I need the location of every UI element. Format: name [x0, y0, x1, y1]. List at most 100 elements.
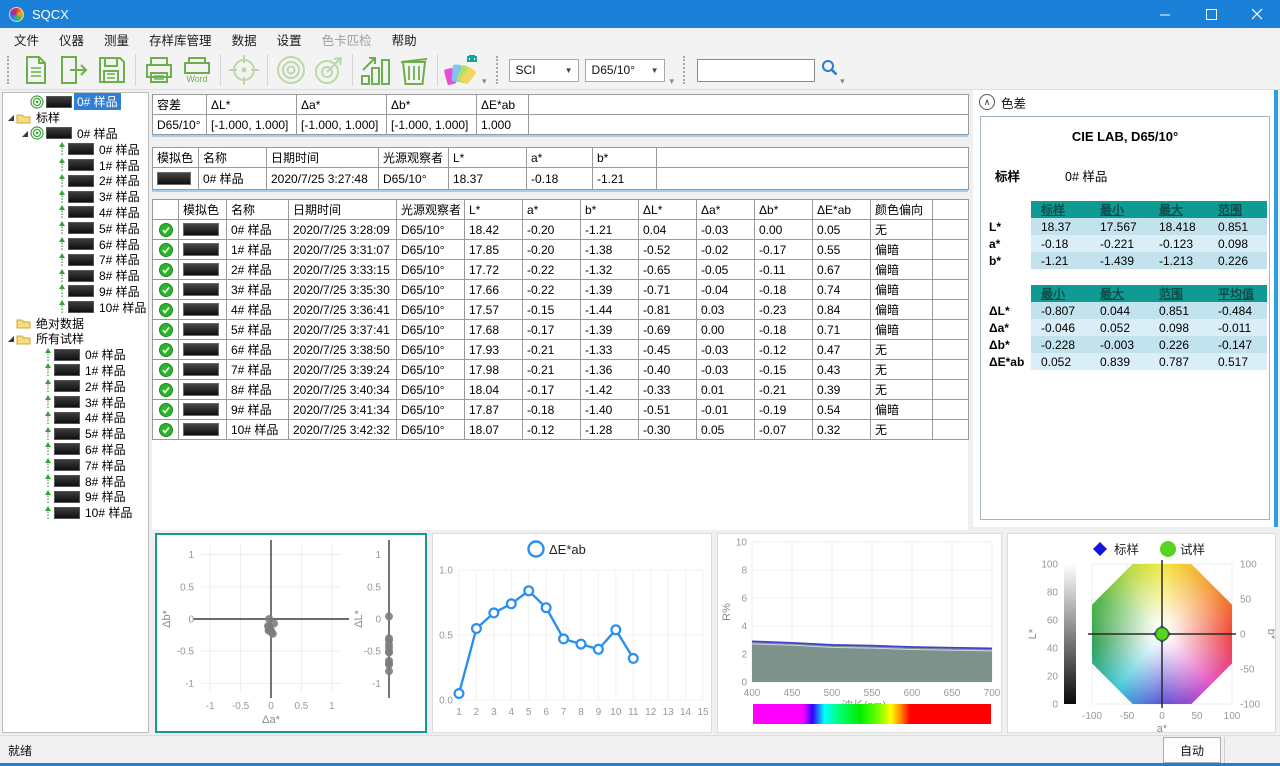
tree-expander-icon[interactable]: ◢ — [6, 334, 16, 343]
table-header-row: 最小最大范围平均值 — [985, 285, 1267, 302]
color-fan-search-button[interactable] — [442, 52, 480, 88]
new-document-button[interactable] — [17, 52, 55, 88]
sample-cell: 0.00 — [697, 320, 755, 340]
tree-item[interactable]: 10# 样品 — [3, 505, 148, 521]
table-row[interactable]: 10# 样品2020/7/25 3:42:32D65/10°18.07-0.12… — [153, 420, 969, 440]
color-swatch — [68, 222, 94, 234]
menu-item-4[interactable]: 存样库管理 — [139, 28, 222, 51]
tree-item[interactable]: ◢0# 样品 — [3, 126, 148, 142]
table-row[interactable]: 6# 样品2020/7/25 3:38:50D65/10°17.93-0.21-… — [153, 340, 969, 360]
table-row[interactable]: 5# 样品2020/7/25 3:37:41D65/10°17.68-0.17-… — [153, 320, 969, 340]
table-row[interactable]: 2# 样品2020/7/25 3:33:15D65/10°17.72-0.22-… — [153, 260, 969, 280]
save-button[interactable] — [93, 52, 131, 88]
tree-item[interactable]: 2# 样品 — [3, 173, 148, 189]
tree-item[interactable]: 0# 样品 — [3, 141, 148, 157]
sample-cell: -1.38 — [581, 240, 639, 260]
tree-expander-icon[interactable]: ◢ — [20, 129, 30, 138]
chart-de-trend[interactable]: ΔE*ab0.00.51.0123456789101112131415 — [432, 533, 712, 733]
tree-item[interactable]: 0# 样品 — [3, 94, 148, 110]
table-row[interactable]: 7# 样品2020/7/25 3:39:24D65/10°17.98-0.21-… — [153, 360, 969, 380]
tree-item[interactable]: 1# 样品 — [3, 157, 148, 173]
table-row[interactable]: D65/10°[-1.000, 1.000][-1.000, 1.000][-1… — [153, 115, 969, 135]
tree-item[interactable]: ◢标样 — [3, 110, 148, 126]
tree-item[interactable]: 5# 样品 — [3, 426, 148, 442]
stat-value: 0.851 — [1208, 218, 1267, 235]
sample-cell: -0.03 — [697, 340, 755, 360]
tree-item[interactable]: 9# 样品 — [3, 284, 148, 300]
tree-item[interactable]: 0# 样品 — [3, 347, 148, 363]
table-row[interactable]: 1# 样品2020/7/25 3:31:07D65/10°17.85-0.20-… — [153, 240, 969, 260]
tree-item[interactable]: 1# 样品 — [3, 363, 148, 379]
color-swatch — [54, 349, 80, 361]
menu-item-6[interactable]: 设置 — [267, 28, 312, 51]
table-row[interactable]: 0# 样品2020/7/25 3:28:09D65/10°18.42-0.20-… — [153, 220, 969, 240]
toolbar-overflow-icon[interactable]: ▾ — [840, 76, 845, 87]
auto-button[interactable]: 自动 — [1163, 737, 1221, 763]
search-icon[interactable] — [821, 59, 838, 81]
tree-item[interactable]: 9# 样品 — [3, 489, 148, 505]
table-row[interactable]: 4# 样品2020/7/25 3:36:41D65/10°17.57-0.15-… — [153, 300, 969, 320]
export-button[interactable] — [55, 52, 93, 88]
trash-button[interactable] — [395, 52, 433, 88]
concentric-circles-button[interactable] — [272, 52, 310, 88]
color-swatch — [183, 323, 219, 336]
tree-item[interactable]: 6# 样品 — [3, 236, 148, 252]
chart-dab-dl-scatter[interactable]: -1-0.500.51-1-0.500.51Δa*Δb*-1-0.500.51Δ… — [155, 533, 427, 733]
tree-item[interactable]: 2# 样品 — [3, 378, 148, 394]
mode-combo[interactable]: SCI▼ — [509, 59, 579, 82]
column-header: b* — [581, 200, 639, 220]
maximize-button[interactable] — [1188, 0, 1234, 28]
chart-lab-color-wheel[interactable]: 标样试样100806040200L*-100-50050100100500-50… — [1007, 533, 1276, 733]
tree-item[interactable]: 7# 样品 — [3, 457, 148, 473]
sample-cell: 0.54 — [813, 400, 871, 420]
minimize-button[interactable] — [1142, 0, 1188, 28]
menu-item-3[interactable]: 测量 — [94, 28, 139, 51]
menu-item-2[interactable]: 仪器 — [49, 28, 94, 51]
table-row[interactable]: 0# 样品 2020/7/25 3:27:48 D65/10° 18.37 -0… — [153, 168, 969, 190]
chart-spectral-reflectance[interactable]: 0246810400450500550600650700波长(nm)R% — [717, 533, 1002, 733]
target-arrow-button[interactable] — [310, 52, 348, 88]
tree-item[interactable]: 3# 样品 — [3, 189, 148, 205]
sample-cell: -1.44 — [581, 300, 639, 320]
table-row[interactable]: 9# 样品2020/7/25 3:41:34D65/10°17.87-0.18-… — [153, 400, 969, 420]
arrow-icon — [58, 253, 66, 267]
tree-item[interactable]: 绝对数据 — [3, 315, 148, 331]
menu-item-8[interactable]: 帮助 — [382, 28, 427, 51]
sample-cell: 18.04 — [465, 380, 523, 400]
toolbar-overflow-icon[interactable]: ▾ — [670, 76, 675, 87]
menu-item-7[interactable]: 色卡匹检 — [312, 28, 382, 51]
tree-item[interactable]: 8# 样品 — [3, 473, 148, 489]
table-row[interactable]: 3# 样品2020/7/25 3:35:30D65/10°17.66-0.22-… — [153, 280, 969, 300]
panel-scrollbar[interactable] — [1274, 90, 1278, 527]
menu-item-1[interactable]: 文件 — [4, 28, 49, 51]
column-header: 名称 — [227, 200, 289, 220]
svg-text:1: 1 — [375, 550, 381, 561]
close-button[interactable] — [1234, 0, 1280, 28]
color-swatch — [68, 206, 94, 218]
search-input[interactable] — [697, 59, 815, 82]
tree-item[interactable]: 5# 样品 — [3, 220, 148, 236]
tree-expander-icon[interactable]: ◢ — [6, 113, 16, 122]
menu-item-5[interactable]: 数据 — [222, 28, 267, 51]
tree-item[interactable]: 3# 样品 — [3, 394, 148, 410]
svg-text:12: 12 — [645, 707, 657, 718]
tree-item[interactable]: 6# 样品 — [3, 442, 148, 458]
print-word-button[interactable]: Word — [178, 52, 216, 88]
tree-item[interactable]: 4# 样品 — [3, 410, 148, 426]
tree-item[interactable]: 7# 样品 — [3, 252, 148, 268]
sample-cell: -0.17 — [755, 240, 813, 260]
tree-item[interactable]: 4# 样品 — [3, 205, 148, 221]
collapse-panel-icon[interactable]: ∧ — [979, 94, 995, 110]
toolbar-grip — [496, 56, 501, 84]
print-button[interactable] — [140, 52, 178, 88]
illuminant-combo[interactable]: D65/10°▼ — [585, 59, 665, 82]
chart-button[interactable] — [357, 52, 395, 88]
toolbar-overflow-icon[interactable]: ▾ — [482, 76, 487, 87]
tree-item[interactable]: 8# 样品 — [3, 268, 148, 284]
table-row[interactable]: 8# 样品2020/7/25 3:40:34D65/10°18.04-0.17-… — [153, 380, 969, 400]
pass-check-icon — [153, 363, 178, 377]
tree-item[interactable]: ◢所有试样 — [3, 331, 148, 347]
crosshair-button[interactable] — [225, 52, 263, 88]
tree-item[interactable]: 10# 样品 — [3, 299, 148, 315]
svg-text:1.0: 1.0 — [439, 566, 453, 577]
